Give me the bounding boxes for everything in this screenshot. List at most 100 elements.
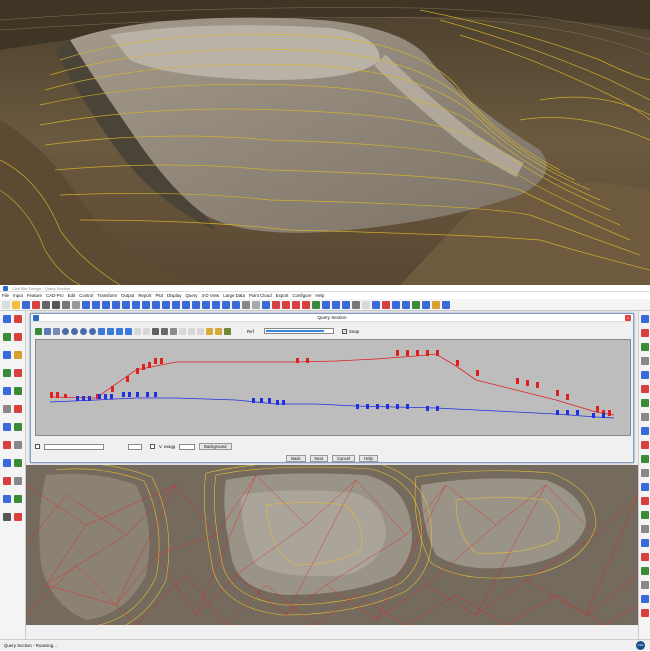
print-icon[interactable] [32, 300, 40, 309]
back-button[interactable]: Back [286, 455, 306, 462]
rotate-icon[interactable] [152, 300, 160, 309]
menu-3-d-view[interactable]: 3-D View [201, 292, 219, 299]
layer-icon[interactable] [172, 300, 180, 309]
aerial-3d-view[interactable] [0, 0, 650, 285]
pan-icon[interactable] [53, 327, 60, 335]
chart-icon[interactable] [161, 327, 168, 335]
user-icon[interactable] [432, 300, 440, 309]
ruler-icon[interactable] [197, 327, 204, 335]
measure-icon[interactable] [206, 327, 213, 335]
left-tool-icon[interactable] [14, 459, 22, 467]
point-icon[interactable] [352, 300, 360, 309]
filter-icon[interactable] [282, 300, 290, 309]
zoom-out-icon[interactable] [92, 300, 100, 309]
left-tool-icon[interactable] [14, 477, 22, 485]
edit-icon[interactable] [382, 300, 390, 309]
right-tool-icon[interactable] [641, 427, 649, 435]
menu-plot[interactable]: Plot [156, 292, 164, 299]
view-icon[interactable] [162, 300, 170, 309]
zoom-in-icon[interactable] [62, 327, 69, 335]
arrow-down-icon[interactable] [125, 327, 132, 335]
right-tool-icon[interactable] [641, 357, 649, 365]
plan-view-tin[interactable] [26, 465, 638, 625]
text-small-icon[interactable] [143, 327, 150, 335]
ref-field[interactable] [263, 328, 334, 334]
left-tool-icon[interactable] [14, 387, 22, 395]
menu-cad-pro[interactable]: CAD-Pro [46, 292, 64, 299]
terrain-icon[interactable] [412, 300, 420, 309]
right-tool-icon[interactable] [641, 539, 649, 547]
cut-icon[interactable] [62, 300, 70, 309]
v-exag-field[interactable] [179, 443, 196, 450]
arrow-right-icon[interactable] [107, 327, 114, 335]
menu-point-cloud[interactable]: Point Cloud [249, 292, 272, 299]
link-icon[interactable] [372, 300, 380, 309]
left-tool-icon[interactable] [3, 513, 11, 521]
menu-feature[interactable]: Feature [27, 292, 42, 299]
menu-edit[interactable]: Edit [68, 292, 76, 299]
select-icon[interactable] [182, 300, 190, 309]
pencil-icon[interactable] [224, 327, 231, 335]
v-exag-checkbox[interactable] [150, 444, 155, 449]
help-button[interactable]: Help [359, 455, 378, 462]
left-tool-icon[interactable] [14, 423, 22, 431]
left-tool-icon[interactable] [14, 333, 22, 341]
query-icon[interactable] [192, 300, 200, 309]
redraw-icon[interactable] [142, 300, 150, 309]
zoom-previous-icon[interactable] [122, 300, 130, 309]
right-tool-icon[interactable] [641, 455, 649, 463]
measure-icon[interactable] [202, 300, 210, 309]
menu-export[interactable]: Export [276, 292, 289, 299]
left-tool-icon[interactable] [3, 369, 11, 377]
left-tool-icon[interactable] [3, 405, 11, 413]
profile-icon[interactable] [44, 327, 51, 335]
left-tool-icon[interactable] [14, 315, 22, 323]
zoom-window-icon[interactable] [80, 327, 87, 335]
line-icon[interactable] [232, 300, 240, 309]
arrow-left-icon[interactable] [98, 327, 105, 335]
background-button[interactable]: Background [199, 443, 232, 450]
menu-file[interactable]: File [2, 292, 9, 299]
right-tool-icon[interactable] [641, 441, 649, 449]
zoom-out-icon[interactable] [71, 327, 78, 335]
triangle-icon[interactable] [292, 300, 300, 309]
right-tool-icon[interactable] [641, 581, 649, 589]
right-tool-icon[interactable] [641, 371, 649, 379]
right-tool-icon[interactable] [641, 413, 649, 421]
menu-input[interactable]: Input [13, 292, 23, 299]
zoom-extents-icon[interactable] [112, 300, 120, 309]
hatch-icon[interactable] [252, 300, 260, 309]
left-tool-icon[interactable] [3, 477, 11, 485]
menu-control[interactable]: Control [79, 292, 93, 299]
text-large-icon[interactable] [134, 327, 141, 335]
edit-icon[interactable] [215, 327, 222, 335]
arrow-up-icon[interactable] [116, 327, 123, 335]
zoom-extents-icon[interactable] [89, 327, 96, 335]
label-icon[interactable] [362, 300, 370, 309]
pan-icon[interactable] [132, 300, 140, 309]
right-tool-icon[interactable] [641, 567, 649, 575]
left-tool-icon[interactable] [14, 405, 22, 413]
grid-icon[interactable] [152, 327, 159, 335]
snap-option[interactable]: ✓ Snap [341, 328, 359, 334]
left-tool-icon[interactable] [3, 333, 11, 341]
snap-checkbox[interactable]: ✓ [341, 328, 347, 334]
zoom-window-icon[interactable] [102, 300, 110, 309]
tin-icon[interactable] [312, 300, 320, 309]
menu-help[interactable]: Help [315, 292, 324, 299]
profile-icon[interactable] [332, 300, 340, 309]
copy-icon[interactable] [72, 300, 80, 309]
delete-icon[interactable] [272, 300, 280, 309]
left-tool-icon[interactable] [14, 369, 22, 377]
contour-icon[interactable] [302, 300, 310, 309]
right-tool-icon[interactable] [641, 385, 649, 393]
right-tool-icon[interactable] [641, 329, 649, 337]
cancel-button[interactable]: Cancel [332, 455, 356, 462]
coordinate-field[interactable] [44, 443, 104, 450]
snap-icon[interactable] [392, 300, 400, 309]
left-tool-icon[interactable] [3, 387, 11, 395]
new-icon[interactable] [2, 300, 10, 309]
right-tool-icon[interactable] [641, 315, 649, 323]
right-tool-icon[interactable] [641, 511, 649, 519]
right-tool-icon[interactable] [641, 595, 649, 603]
